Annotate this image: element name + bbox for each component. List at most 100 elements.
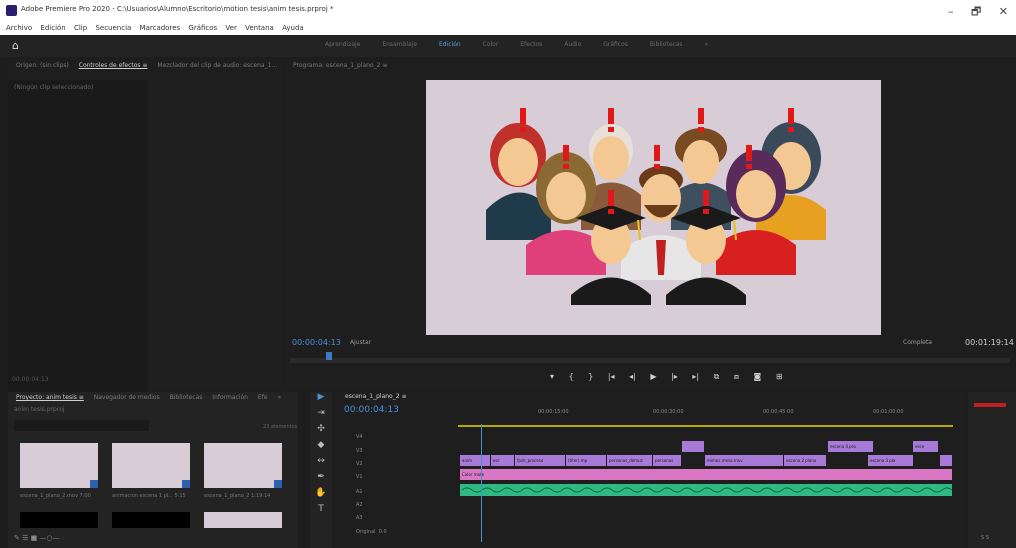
mark-out-icon[interactable]: } [588,372,593,381]
menu-graficos[interactable]: Gráficos [188,24,217,32]
track-a3[interactable]: A3 [356,515,363,521]
tab-libraries[interactable]: Bibliotecas [170,394,203,401]
mark-in-icon[interactable]: { [569,372,574,381]
workspace-tab[interactable]: Audio [564,41,581,48]
meter-solo-labels[interactable]: S S [981,535,989,541]
project-item-thumb[interactable] [112,443,190,488]
tab-project[interactable]: Proyecto: anim tesis ≡ [16,394,84,401]
menu-ventana[interactable]: Ventana [245,24,274,32]
workspace-more-icon[interactable]: » [704,41,708,48]
work-area-bar[interactable] [458,425,953,427]
button-editor-icon[interactable]: ⊞ [776,372,783,381]
step-back-icon[interactable]: ◂| [629,372,636,381]
timeline-playhead[interactable] [481,424,482,542]
ruler-tick: 00:00:45:00 [763,409,794,415]
clip[interactable]: esce [913,441,938,452]
clip[interactable]: esc [491,455,514,466]
clip[interactable]: escena 2 plano [784,455,826,466]
pencil-icon[interactable]: ✎ [14,534,20,542]
program-playhead[interactable] [326,352,332,360]
track-a1[interactable]: A1 [356,489,363,495]
pen-icon[interactable]: ✒ [310,472,332,488]
fit-dropdown[interactable]: Ajustar [350,339,371,346]
workspace-tab[interactable]: Aprendizaje [325,41,360,48]
clip[interactable] [682,441,704,452]
track-select-icon[interactable]: ⇥ [310,408,332,424]
minimize-button[interactable]: – [948,5,954,18]
step-forward-icon[interactable]: |▸ [671,372,678,381]
project-item-thumb[interactable] [204,512,282,528]
clip[interactable]: (titer).mp [566,455,606,466]
razor-icon[interactable]: ◆ [310,440,332,456]
tab-media-browser[interactable]: Navegador de medios [94,394,160,401]
play-icon[interactable]: ▶ [650,372,656,381]
close-button[interactable]: ✕ [999,5,1008,18]
menu-edicion[interactable]: Edición [40,24,65,32]
panel-more-icon[interactable]: » [277,394,281,401]
workspace-tab[interactable]: Ensamblaje [382,41,417,48]
menu-ver[interactable]: Ver [225,24,236,32]
type-icon[interactable]: T [310,504,332,520]
marker-icon[interactable]: ▾ [550,372,554,381]
clip[interactable]: personas_demuz [607,455,652,466]
list-view-icon[interactable]: ☰ [22,534,28,542]
sequence-tab[interactable]: escena_1_plano_2 ≡ [345,393,406,400]
tab-effect-controls[interactable]: Controles de efectos ≡ [79,62,148,69]
timeline-timecode[interactable]: 00:00:04:13 [344,405,399,415]
workspace-tab[interactable]: Gráficos [603,41,628,48]
track-v4[interactable]: V4 [356,434,363,440]
workspace-tab[interactable]: Bibliotecas [650,41,683,48]
go-to-in-icon[interactable]: |◂ [608,372,615,381]
quality-dropdown[interactable]: Completa [903,339,932,346]
project-item-thumb[interactable] [112,512,190,528]
timeline-ruler[interactable]: 00:00:15:00 00:00:30:00 00:00:45:00 00:0… [458,405,958,423]
menu-clip[interactable]: Clip [74,24,87,32]
track-v2[interactable]: V2 [356,461,363,467]
slip-icon[interactable]: ↔ [310,456,332,472]
master-track[interactable]: Original 0.0 [356,529,387,535]
program-scrubber[interactable] [290,358,1010,363]
program-timecode[interactable]: 00:00:04:13 [292,338,341,347]
clip-color-mate[interactable]: Color mate [460,469,952,480]
menu-marcadores[interactable]: Marcadores [140,24,181,32]
lift-icon[interactable]: ⧉ [714,372,720,381]
tab-audio-mixer[interactable]: Mezclador del clip de audio: escena_1... [157,62,277,69]
menu-secuencia[interactable]: Secuencia [95,24,131,32]
workspace-tab[interactable]: Efectos [520,41,542,48]
clip[interactable]: escena 3 pla [868,455,913,466]
ripple-edit-icon[interactable]: ✣ [310,424,332,440]
selection-tool-icon[interactable]: ▶ [310,392,332,408]
project-item-thumb[interactable] [20,512,98,528]
icon-view-icon[interactable]: ■ [31,534,38,542]
project-search-input[interactable] [14,420,149,431]
tab-info[interactable]: Información [212,394,248,401]
track-v1[interactable]: V1 [356,474,363,480]
menu-archivo[interactable]: Archivo [6,24,32,32]
workspace-tab-active[interactable]: Edición [439,41,461,48]
camera-icon[interactable]: ◙ [754,372,762,381]
project-item-thumb[interactable] [204,443,282,488]
menu-ayuda[interactable]: Ayuda [282,24,304,32]
tab-program[interactable]: Programa: escena_1_plano_2 ≡ [293,62,387,69]
zoom-slider[interactable]: —○— [39,534,59,542]
go-to-out-icon[interactable]: ▸| [692,372,699,381]
workspace-tab[interactable]: Color [483,41,499,48]
home-icon[interactable]: ⌂ [12,39,19,52]
audio-clip[interactable] [460,484,952,496]
tab-source[interactable]: Origen: (sin clips) [16,62,69,69]
maximize-button[interactable]: 🗗 [971,5,981,18]
program-video-frame[interactable] [426,80,881,335]
track-v3[interactable]: V3 [356,448,363,454]
extract-icon[interactable]: ⧈ [734,372,739,381]
project-item-thumb[interactable] [20,443,98,488]
tab-effects[interactable]: Efe [258,394,268,401]
clip[interactable]: escena 4.pro [828,441,873,452]
clip[interactable] [940,455,952,466]
clip[interactable]: fpds_proceso [515,455,565,466]
hand-icon[interactable]: ✋ [310,488,332,504]
clip[interactable]: personas [653,455,681,466]
clip[interactable]: anim [460,455,490,466]
track-a2[interactable]: A2 [356,502,363,508]
clip[interactable]: mimos mesa.mov [705,455,783,466]
waveform-icon [461,487,952,493]
